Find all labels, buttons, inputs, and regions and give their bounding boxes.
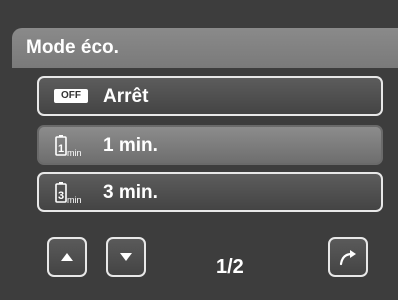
menu-item-label: 1 min.: [103, 135, 158, 156]
svg-text:min: min: [67, 148, 82, 158]
svg-text:1: 1: [58, 143, 64, 155]
off-icon: OFF: [54, 89, 88, 103]
menu-item-label: Arrêt: [103, 86, 149, 107]
camera-menu-screen: Mode éco. OFF Arrêt 1 min 1 min. 3 min 3…: [0, 0, 398, 300]
battery-1min-icon: 1 min: [53, 134, 91, 160]
menu-item-3-min[interactable]: 3 min 3 min.: [37, 172, 383, 212]
return-button[interactable]: [328, 237, 368, 277]
scroll-down-button[interactable]: [106, 237, 146, 277]
battery-3min-icon: 3 min: [53, 181, 91, 207]
triangle-up-icon: [61, 253, 73, 261]
menu-item-1-min[interactable]: 1 min 1 min.: [37, 125, 383, 165]
page-indicator: 1/2: [216, 256, 244, 278]
triangle-down-icon: [120, 253, 132, 261]
return-arrow-icon: [339, 250, 356, 266]
title-bar: Mode éco.: [12, 28, 398, 68]
menu-item-off[interactable]: OFF Arrêt: [37, 76, 383, 116]
page-title: Mode éco.: [26, 37, 119, 58]
svg-text:min: min: [67, 195, 82, 205]
svg-text:3: 3: [58, 190, 64, 202]
scroll-up-button[interactable]: [47, 237, 87, 277]
menu-item-label: 3 min.: [103, 182, 158, 203]
